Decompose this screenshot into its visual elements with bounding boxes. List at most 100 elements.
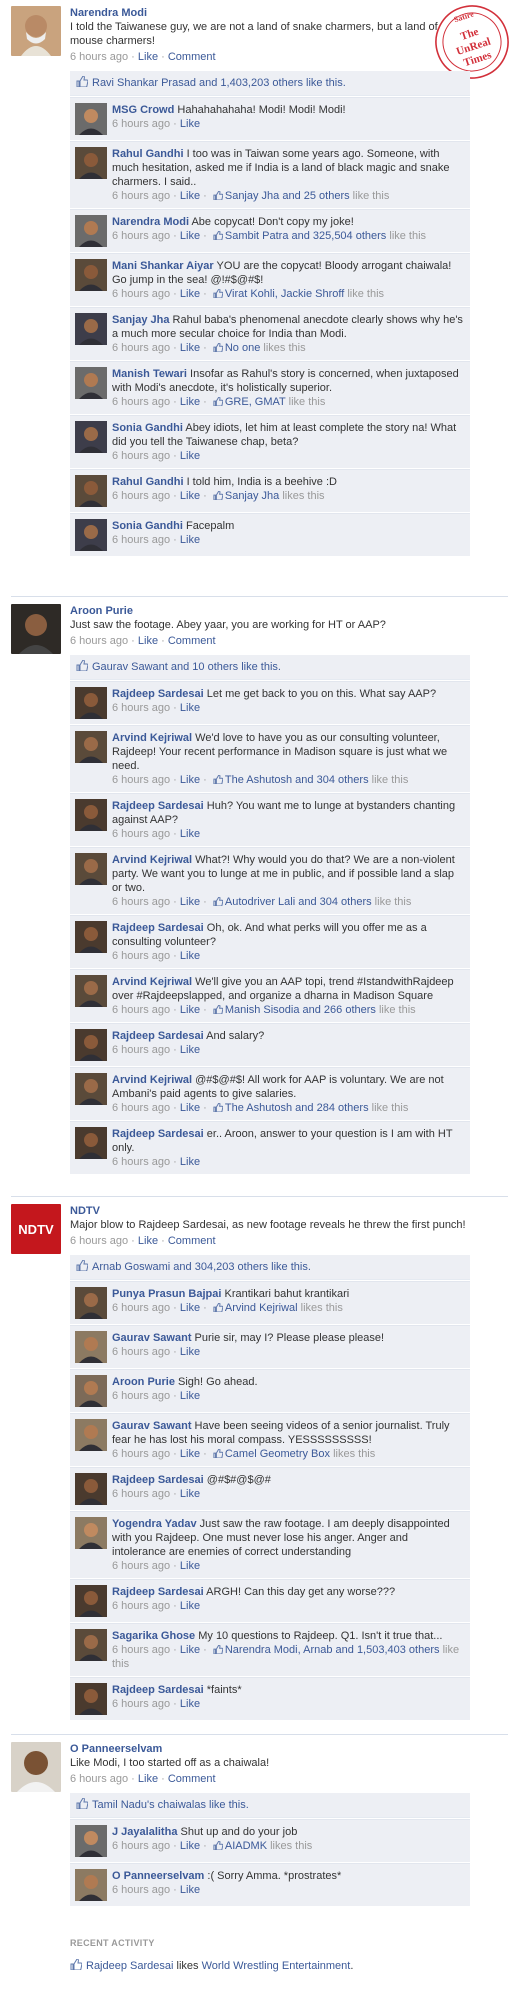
commenter-avatar[interactable] bbox=[75, 475, 107, 507]
comment-likers-link[interactable]: Sanjay Jha and 25 others bbox=[225, 190, 350, 202]
commenter-avatar[interactable] bbox=[75, 259, 107, 291]
comment-like-link[interactable]: Like bbox=[180, 396, 200, 408]
commenter-avatar[interactable] bbox=[75, 1029, 107, 1061]
comment-like-link[interactable]: Like bbox=[180, 828, 200, 840]
commenter-name[interactable]: Rajdeep Sardesai bbox=[112, 1474, 204, 1486]
comment-like-link[interactable]: Like bbox=[180, 1840, 200, 1852]
commenter-name[interactable]: Rahul Gandhi bbox=[112, 148, 184, 160]
like-link[interactable]: Like bbox=[138, 1773, 158, 1785]
commenter-avatar[interactable] bbox=[75, 1629, 107, 1661]
commenter-name[interactable]: Yogendra Yadav bbox=[112, 1518, 197, 1530]
commenter-name[interactable]: Rajdeep Sardesai bbox=[112, 1030, 204, 1042]
commenter-name[interactable]: Arvind Kejriwal bbox=[112, 732, 192, 744]
comment-like-link[interactable]: Like bbox=[180, 896, 200, 908]
commenter-avatar[interactable] bbox=[75, 367, 107, 399]
commenter-name[interactable]: Mani Shankar Aiyar bbox=[112, 260, 214, 272]
commenter-name[interactable]: Arvind Kejriwal bbox=[112, 854, 192, 866]
likes-summary[interactable]: Gaurav Sawant and 10 others like this. bbox=[70, 655, 470, 680]
comment-likers-link[interactable]: Sanjay Jha bbox=[225, 490, 279, 502]
commenter-avatar[interactable] bbox=[75, 731, 107, 763]
comment-like-link[interactable]: Like bbox=[180, 490, 200, 502]
likes-summary[interactable]: Tamil Nadu's chaiwalas like this. bbox=[70, 1793, 470, 1818]
likes-summary[interactable]: Ravi Shankar Prasad and 1,403,203 others… bbox=[70, 71, 470, 96]
comment-link[interactable]: Comment bbox=[168, 635, 216, 647]
commenter-name[interactable]: Narendra Modi bbox=[112, 216, 189, 228]
commenter-name[interactable]: O Panneerselvam bbox=[112, 1870, 204, 1882]
commenter-avatar[interactable] bbox=[75, 1869, 107, 1901]
post-author[interactable]: Aroon Purie bbox=[70, 605, 133, 617]
comment-like-link[interactable]: Like bbox=[180, 534, 200, 546]
comment-likers-link[interactable]: The Ashutosh and 284 others bbox=[225, 1102, 369, 1114]
comment-like-link[interactable]: Like bbox=[180, 190, 200, 202]
comment-likers-link[interactable]: Sambit Patra and 325,504 others bbox=[225, 230, 386, 242]
comment-like-link[interactable]: Like bbox=[180, 1044, 200, 1056]
comment-like-link[interactable]: Like bbox=[180, 1600, 200, 1612]
commenter-name[interactable]: Arvind Kejriwal bbox=[112, 976, 192, 988]
commenter-name[interactable]: Arvind Kejriwal bbox=[112, 1074, 192, 1086]
comment-like-link[interactable]: Like bbox=[180, 118, 200, 130]
commenter-name[interactable]: Aroon Purie bbox=[112, 1376, 175, 1388]
comment-link[interactable]: Comment bbox=[168, 1773, 216, 1785]
commenter-name[interactable]: Rajdeep Sardesai bbox=[112, 800, 204, 812]
comment-like-link[interactable]: Like bbox=[180, 450, 200, 462]
commenter-avatar[interactable] bbox=[75, 1473, 107, 1505]
avatar[interactable] bbox=[11, 6, 61, 56]
comment-like-link[interactable]: Like bbox=[180, 1004, 200, 1016]
commenter-avatar[interactable] bbox=[75, 1585, 107, 1617]
commenter-avatar[interactable] bbox=[75, 1127, 107, 1159]
post-author[interactable]: O Panneerselvam bbox=[70, 1743, 162, 1755]
commenter-name[interactable]: Rajdeep Sardesai bbox=[112, 1684, 204, 1696]
comment-like-link[interactable]: Like bbox=[180, 1156, 200, 1168]
commenter-avatar[interactable] bbox=[75, 1331, 107, 1363]
comment-likers-link[interactable]: Narendra Modi, Arnab and 1,503,403 other… bbox=[225, 1644, 440, 1656]
commenter-avatar[interactable] bbox=[75, 1683, 107, 1715]
commenter-avatar[interactable] bbox=[75, 1825, 107, 1857]
comment-like-link[interactable]: Like bbox=[180, 702, 200, 714]
commenter-avatar[interactable] bbox=[75, 313, 107, 345]
comment-likers-link[interactable]: No one bbox=[225, 342, 260, 354]
comment-likers-link[interactable]: AIADMK bbox=[225, 1840, 267, 1852]
like-link[interactable]: Like bbox=[138, 635, 158, 647]
activity-object-link[interactable]: World Wrestling Entertainment bbox=[202, 1960, 351, 1972]
commenter-name[interactable]: Rajdeep Sardesai bbox=[112, 1128, 204, 1140]
comment-likers-link[interactable]: Autodriver Lali and 304 others bbox=[225, 896, 372, 908]
commenter-avatar[interactable] bbox=[75, 975, 107, 1007]
comment-like-link[interactable]: Like bbox=[180, 1448, 200, 1460]
comment-like-link[interactable]: Like bbox=[180, 1560, 200, 1572]
commenter-name[interactable]: Sonia Gandhi bbox=[112, 520, 183, 532]
comment-likers-link[interactable]: Arvind Kejriwal bbox=[225, 1302, 298, 1314]
commenter-avatar[interactable] bbox=[75, 921, 107, 953]
commenter-avatar[interactable] bbox=[75, 1419, 107, 1451]
post-author[interactable]: NDTV bbox=[70, 1205, 100, 1217]
commenter-avatar[interactable] bbox=[75, 799, 107, 831]
commenter-avatar[interactable] bbox=[75, 1375, 107, 1407]
comment-likers-link[interactable]: Manish Sisodia and 266 others bbox=[225, 1004, 376, 1016]
commenter-name[interactable]: MSG Crowd bbox=[112, 104, 174, 116]
commenter-name[interactable]: Sonia Gandhi bbox=[112, 422, 183, 434]
comment-likers-link[interactable]: Camel Geometry Box bbox=[225, 1448, 330, 1460]
comment-link[interactable]: Comment bbox=[168, 51, 216, 63]
commenter-name[interactable]: Rahul Gandhi bbox=[112, 476, 184, 488]
comment-like-link[interactable]: Like bbox=[180, 1102, 200, 1114]
commenter-name[interactable]: Manish Tewari bbox=[112, 368, 187, 380]
avatar[interactable] bbox=[11, 1742, 61, 1792]
comment-like-link[interactable]: Like bbox=[180, 1346, 200, 1358]
post-author[interactable]: Narendra Modi bbox=[70, 7, 147, 19]
comment-like-link[interactable]: Like bbox=[180, 774, 200, 786]
comment-likers-link[interactable]: Virat Kohli, Jackie Shroff bbox=[225, 288, 344, 300]
likes-summary[interactable]: Arnab Goswami and 304,203 others like th… bbox=[70, 1255, 470, 1280]
comment-link[interactable]: Comment bbox=[168, 1235, 216, 1247]
comment-like-link[interactable]: Like bbox=[180, 1488, 200, 1500]
comment-like-link[interactable]: Like bbox=[180, 1302, 200, 1314]
commenter-name[interactable]: Gaurav Sawant bbox=[112, 1420, 191, 1432]
commenter-avatar[interactable] bbox=[75, 103, 107, 135]
comment-like-link[interactable]: Like bbox=[180, 1644, 200, 1656]
commenter-name[interactable]: Sagarika Ghose bbox=[112, 1630, 195, 1642]
commenter-name[interactable]: Sanjay Jha bbox=[112, 314, 169, 326]
like-link[interactable]: Like bbox=[138, 1235, 158, 1247]
commenter-name[interactable]: Rajdeep Sardesai bbox=[112, 1586, 204, 1598]
commenter-name[interactable]: Punya Prasun Bajpai bbox=[112, 1288, 221, 1300]
avatar[interactable] bbox=[11, 604, 61, 654]
comment-like-link[interactable]: Like bbox=[180, 950, 200, 962]
commenter-name[interactable]: Gaurav Sawant bbox=[112, 1332, 191, 1344]
